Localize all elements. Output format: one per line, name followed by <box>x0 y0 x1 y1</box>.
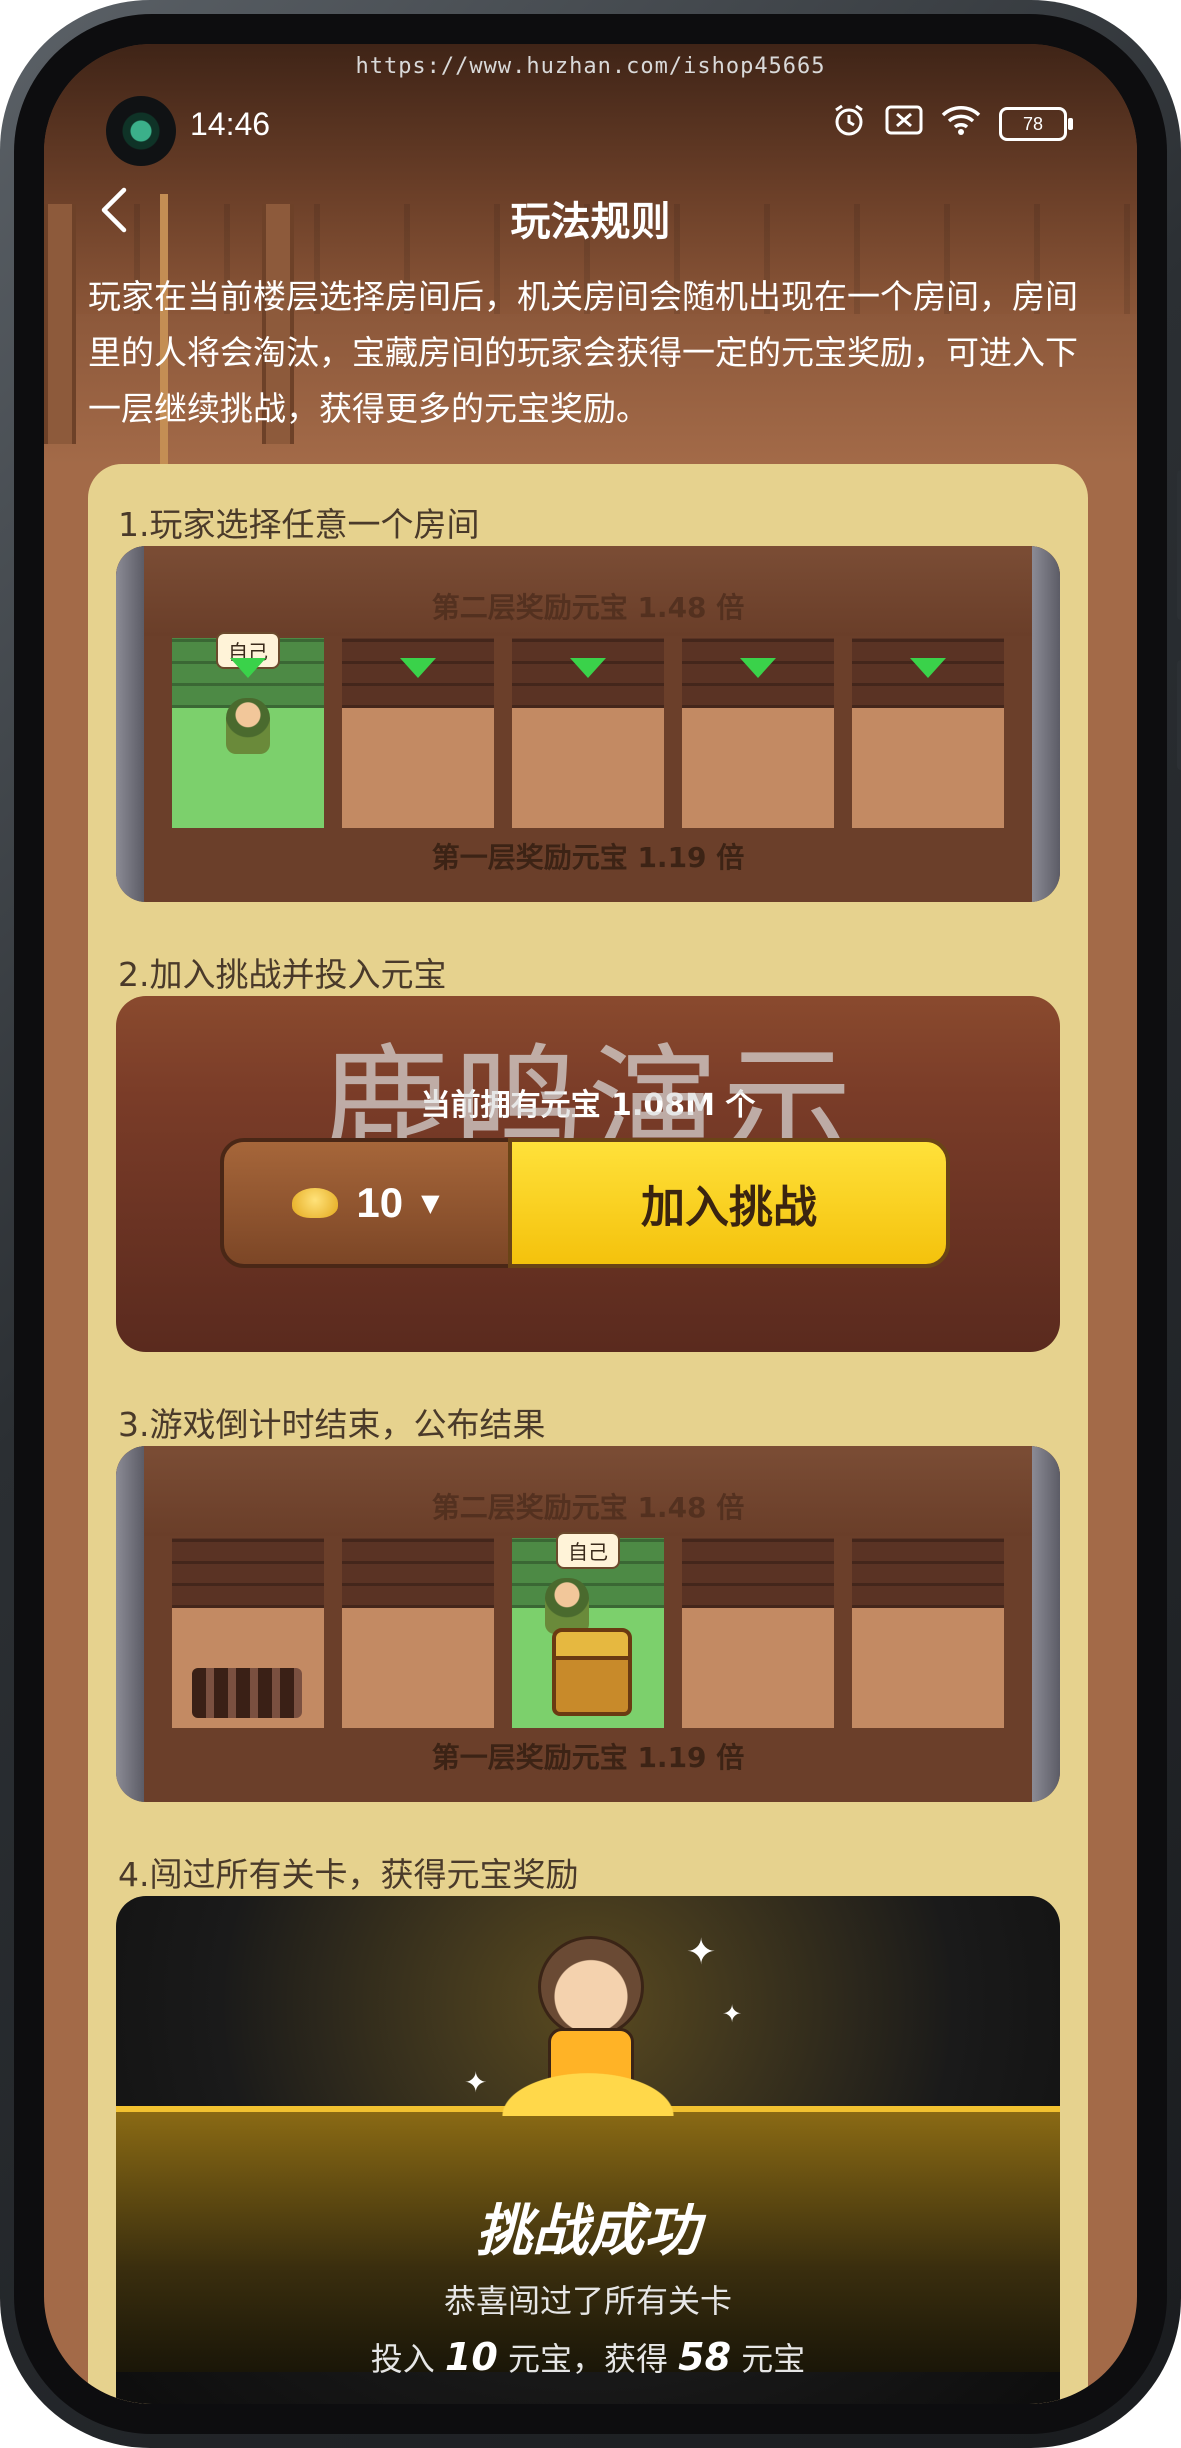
step-4-label: 4.闯过所有关卡，获得元宝奖励 <box>118 1855 579 1894</box>
sparkle-icon: ✦ <box>722 2000 743 2028</box>
battery-icon: 78 <box>999 107 1073 141</box>
step-4-success-panel: ✦ ✦ ✦ 挑战成功 恭喜闯过了所有关卡 投入 10 元宝，获得 58 元宝 <box>116 1896 1060 2404</box>
battery-level: 78 <box>1022 113 1044 134</box>
step-1-rooms-panel: 第二层奖励元宝 1.48 倍 自己 第一层奖励元宝 1.19 倍 <box>116 546 1060 902</box>
hero-character <box>528 1936 648 2094</box>
room-1[interactable]: 自己 <box>172 632 324 828</box>
alarm-icon <box>831 102 867 146</box>
reward-summary: 投入 10 元宝，获得 58 元宝 <box>116 2334 1060 2380</box>
invest-amount: 10 <box>444 2335 498 2379</box>
amount-selector[interactable]: 10 ▼ <box>220 1138 512 1268</box>
watermark-url: https://www.huzhan.com/ishop45665 <box>355 54 826 79</box>
spikes-icon <box>192 1668 302 1718</box>
self-tag: 自己 <box>556 1532 620 1569</box>
room-2 <box>342 1538 494 1728</box>
app-screen: https://www.huzhan.com/ishop45665 14:46 … <box>44 44 1137 2404</box>
success-subtitle: 恭喜闯过了所有关卡 <box>443 2282 732 2320</box>
invest-prefix: 投入 <box>370 2340 435 2378</box>
sparkle-icon: ✦ <box>464 2066 488 2099</box>
player-avatar <box>544 1578 589 1634</box>
step-2-label: 2.加入挑战并投入元宝 <box>118 955 447 994</box>
treasure-room: 自己 <box>512 1532 664 1728</box>
status-icons: 78 <box>831 102 1073 146</box>
intro-text: 玩家在当前楼层选择房间后，机关房间会随机出现在一个房间，房间里的人将会淘汰，宝藏… <box>88 277 1078 428</box>
status-time: 14:46 <box>190 106 271 142</box>
floor-2-reward-text: 第二层奖励元宝 1.48 倍 <box>431 1491 745 1524</box>
caret-down-icon: ▼ <box>421 1189 440 1217</box>
sparkle-icon: ✦ <box>686 1932 717 1973</box>
gem-icon <box>570 658 606 678</box>
reward-amount: 58 <box>678 2335 732 2379</box>
floor-1-reward-text: 第一层奖励元宝 1.19 倍 <box>431 1741 745 1774</box>
sim-off-icon <box>885 104 923 144</box>
room-3[interactable] <box>512 638 664 828</box>
room-5[interactable] <box>852 638 1004 828</box>
gem-icon <box>230 658 266 678</box>
room-4[interactable] <box>682 638 834 828</box>
gem-icon <box>400 658 436 678</box>
room-5 <box>852 1538 1004 1728</box>
room-4 <box>682 1538 834 1728</box>
treasure-chest-icon <box>552 1628 632 1716</box>
player-avatar <box>226 698 270 754</box>
trap-room <box>172 1538 324 1728</box>
room-2[interactable] <box>342 638 494 828</box>
rules-card: 1.玩家选择任意一个房间 第二层奖励元宝 1.48 倍 自己 第一层奖励元宝 1… <box>88 464 1088 2404</box>
reward-unit: 元宝 <box>741 2340 806 2378</box>
floor-1-reward-text: 第一层奖励元宝 1.19 倍 <box>431 841 745 874</box>
volume-button <box>1177 470 1181 620</box>
step-3-label: 3.游戏倒计时结束，公布结果 <box>118 1405 546 1444</box>
floor-2-reward-text: 第二层奖励元宝 1.48 倍 <box>431 591 745 624</box>
ingot-icon <box>292 1188 339 1218</box>
step-1-label: 1.玩家选择任意一个房间 <box>118 505 480 544</box>
step-2-join-panel: 当前拥有元宝 1.08M 个 鹿鸣演示 10 ▼ 加入挑战 <box>116 996 1060 1352</box>
invest-unit: 元宝，获得 <box>507 2340 668 2378</box>
gem-icon <box>740 658 776 678</box>
page-title: 玩法规则 <box>510 199 671 245</box>
success-title: 挑战成功 <box>476 2199 700 2264</box>
amount-value: 10 <box>356 1179 404 1226</box>
gold-pile-icon <box>488 2066 688 2116</box>
step-3-result-panel: 第二层奖励元宝 1.48 倍 自己 第一层奖励元宝 1.19 倍 <box>116 1446 1060 1802</box>
power-button <box>1177 660 1181 770</box>
wifi-icon <box>941 104 981 144</box>
gem-icon <box>910 658 946 678</box>
join-challenge-button[interactable]: 加入挑战 <box>508 1138 950 1268</box>
status-bar: https://www.huzhan.com/ishop45665 14:46 … <box>44 54 1137 166</box>
camera-icon <box>106 96 176 166</box>
